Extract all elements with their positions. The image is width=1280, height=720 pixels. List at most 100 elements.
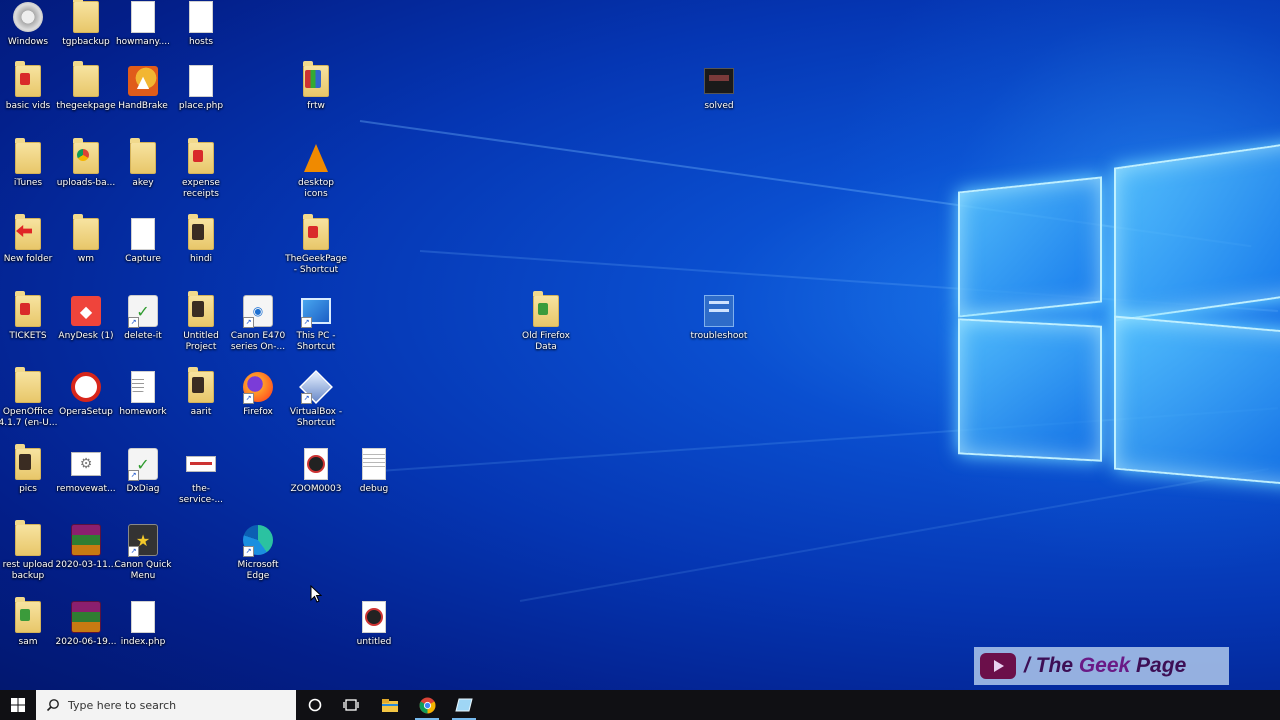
desktop-icon-canon-e470-series-on[interactable]: ◉ ↗ Canon E470 series On-... [227, 294, 289, 353]
folder-dark-icon [13, 444, 43, 481]
desktop-icon-untitled-project[interactable]: Untitled Project [170, 291, 232, 353]
desktop-icon-index-php[interactable]: index.php [112, 600, 174, 648]
desktop-icon-label: rest upload backup [2, 560, 54, 581]
desktop-icon-virtualbox-shortcut[interactable]: ↗ VirtualBox - Shortcut [285, 370, 347, 429]
desktop-icon-removewat[interactable]: ⚙ removewat... [55, 447, 117, 495]
desktop-icon-sam[interactable]: sam [0, 597, 59, 648]
thispc-icon: ↗ [301, 294, 331, 328]
desktop-icon-wm[interactable]: wm [55, 214, 117, 265]
dxdiag-icon: ✓ ↗ [128, 294, 158, 328]
desktop-icon-frtw[interactable]: frtw [285, 61, 347, 112]
task-view-button[interactable] [333, 690, 369, 720]
firefox-icon: ↗ [243, 370, 273, 404]
desktop-icon-thegeekpage[interactable]: thegeekpage [55, 61, 117, 112]
desktop-icon-hindi[interactable]: hindi [170, 214, 232, 265]
cortana-button[interactable] [297, 690, 333, 720]
desktop-icon-2020-06-19[interactable]: 2020-06-19... [55, 600, 117, 648]
folder-icon [71, 0, 101, 34]
folder-dark-icon [186, 214, 216, 251]
gear-doc-icon: ⚙ [71, 447, 101, 481]
desktop-icon-uploads-ba[interactable]: uploads-ba... [55, 138, 117, 189]
desktop-icon-openoffice-4-1-7-en-u[interactable]: OpenOffice 4.1.7 (en-U... [0, 367, 59, 429]
desktop[interactable]: Windows tgpbackup howmany.... hosts basic vi… [0, 0, 1280, 690]
desktop-icon-anydesk-1[interactable]: ◆ AnyDesk (1) [55, 294, 117, 342]
desktop-icon-label: uploads-ba... [56, 178, 116, 188]
desktop-icon-tickets[interactable]: TICKETS [0, 291, 59, 342]
desktop-icon-label: sam [18, 637, 38, 647]
folder-red-icon [186, 138, 216, 175]
desktop-icon-label: Canon E470 series On-... [230, 331, 286, 352]
notepad-icon [455, 698, 473, 712]
media-icon [301, 447, 331, 481]
desktop-icon-2020-03-11[interactable]: 2020-03-11... [55, 523, 117, 571]
desktop-icon-firefox[interactable]: ↗ Firefox [227, 370, 289, 418]
desktop-icon-label: AnyDesk (1) [58, 331, 114, 341]
doc-icon [128, 217, 158, 251]
desktop-icon-place-php[interactable]: place.php [170, 64, 232, 112]
folder-multi-icon [301, 61, 331, 98]
desktop-icon-homework[interactable]: homework [112, 370, 174, 418]
desktop-icon-basic-vids[interactable]: basic vids [0, 61, 59, 112]
canonqm-icon: ★ ↗ [128, 523, 158, 557]
desktop-icon-howmany[interactable]: howmany.... [112, 0, 174, 48]
desktop-icon-thegeekpage-shortcut[interactable]: TheGeekPage - Shortcut [285, 214, 347, 276]
file-explorer-button[interactable] [372, 690, 408, 720]
desktop-icon-label: expense receipts [182, 178, 220, 199]
desktop-icon-label: pics [19, 484, 37, 494]
desktop-icon-label: thegeekpage [56, 101, 116, 111]
desktop-icon-debug[interactable]: debug [343, 447, 405, 495]
desktop-icon-label: homework [119, 407, 167, 417]
desktop-icon-label: 2020-03-11... [55, 560, 117, 570]
folder-chrome-icon [71, 138, 101, 175]
desktop-icon-windows[interactable]: Windows [0, 0, 59, 48]
desktop-icon-label: New folder [3, 254, 53, 264]
desktop-icon-label: place.php [178, 101, 224, 111]
desktop-icon-microsoft-edge[interactable]: ↗ Microsoft Edge [227, 523, 289, 582]
desktop-icon-label: debug [359, 484, 389, 494]
desktop-icon-aarit[interactable]: aarit [170, 367, 232, 418]
desktop-icon-capture[interactable]: Capture [112, 217, 174, 265]
desktop-icon-label: removewat... [56, 484, 116, 494]
folder-green-icon [531, 291, 561, 328]
desktop-icon-operasetup[interactable]: OperaSetup [55, 370, 117, 418]
doc-icon [186, 64, 216, 98]
taskbar-search-box[interactable]: Type here to search [36, 690, 296, 720]
notepad-button[interactable] [446, 690, 482, 720]
desktop-icon-desktop-icons[interactable]: desktop icons [285, 141, 347, 200]
desktop-icon-label: iTunes [13, 178, 43, 188]
desktop-icon-pics[interactable]: pics [0, 444, 59, 495]
desktop-icon-akey[interactable]: akey [112, 138, 174, 189]
desktop-icon-this-pc-shortcut[interactable]: ↗ This PC - Shortcut [285, 294, 347, 353]
desktop-icon-dxdiag[interactable]: ✓ ↗ DxDiag [112, 447, 174, 495]
desktop-icon-tgpbackup[interactable]: tgpbackup [55, 0, 117, 48]
desktop-icon-label: DxDiag [126, 484, 160, 494]
desktop-icon-handbrake[interactable]: ▲ HandBrake [112, 64, 174, 112]
cortana-icon [308, 698, 322, 712]
desktop-icon-expense-receipts[interactable]: expense receipts [170, 138, 232, 200]
opera-icon [71, 370, 101, 404]
desktop-icon-new-folder[interactable]: New folder [0, 214, 59, 265]
folder-red-icon [13, 61, 43, 98]
desktop-icon-label: delete-it [124, 331, 162, 341]
desktop-icon-hosts[interactable]: hosts [170, 0, 232, 48]
chrome-button[interactable] [409, 690, 445, 720]
desktop-icon-zoom0003[interactable]: ZOOM0003 [285, 447, 347, 495]
desktop-icon-label: hindi [189, 254, 213, 264]
desktop-icon-solved[interactable]: solved [688, 64, 750, 112]
taskbar: Type here to search [0, 690, 1280, 720]
desktop-icon-itunes[interactable]: iTunes [0, 138, 59, 189]
dxdiag-icon: ✓ ↗ [128, 447, 158, 481]
desktop-icon-label: Canon Quick Menu [114, 560, 172, 581]
desktop-icon-delete-it[interactable]: ✓ ↗ delete-it [112, 294, 174, 342]
desktop-icon-canon-quick-menu[interactable]: ★ ↗ Canon Quick Menu [112, 523, 174, 582]
desktop-icon-label: aarit [190, 407, 212, 417]
desktop-icon-troubleshoot[interactable]: troubleshoot [688, 294, 750, 342]
desktop-icon-rest-upload-backup[interactable]: rest upload backup [0, 520, 59, 582]
desktop-icon-label: This PC - Shortcut [296, 331, 336, 352]
desktop-icon-label: howmany.... [115, 37, 171, 47]
desktop-icon-old-firefox-data[interactable]: Old Firefox Data [515, 291, 577, 353]
desktop-icon-untitled[interactable]: untitled [343, 600, 405, 648]
desktop-icon-label: Old Firefox Data [522, 331, 570, 352]
desktop-icon-the-service[interactable]: the-service-... [170, 447, 232, 506]
start-button[interactable] [0, 690, 36, 720]
